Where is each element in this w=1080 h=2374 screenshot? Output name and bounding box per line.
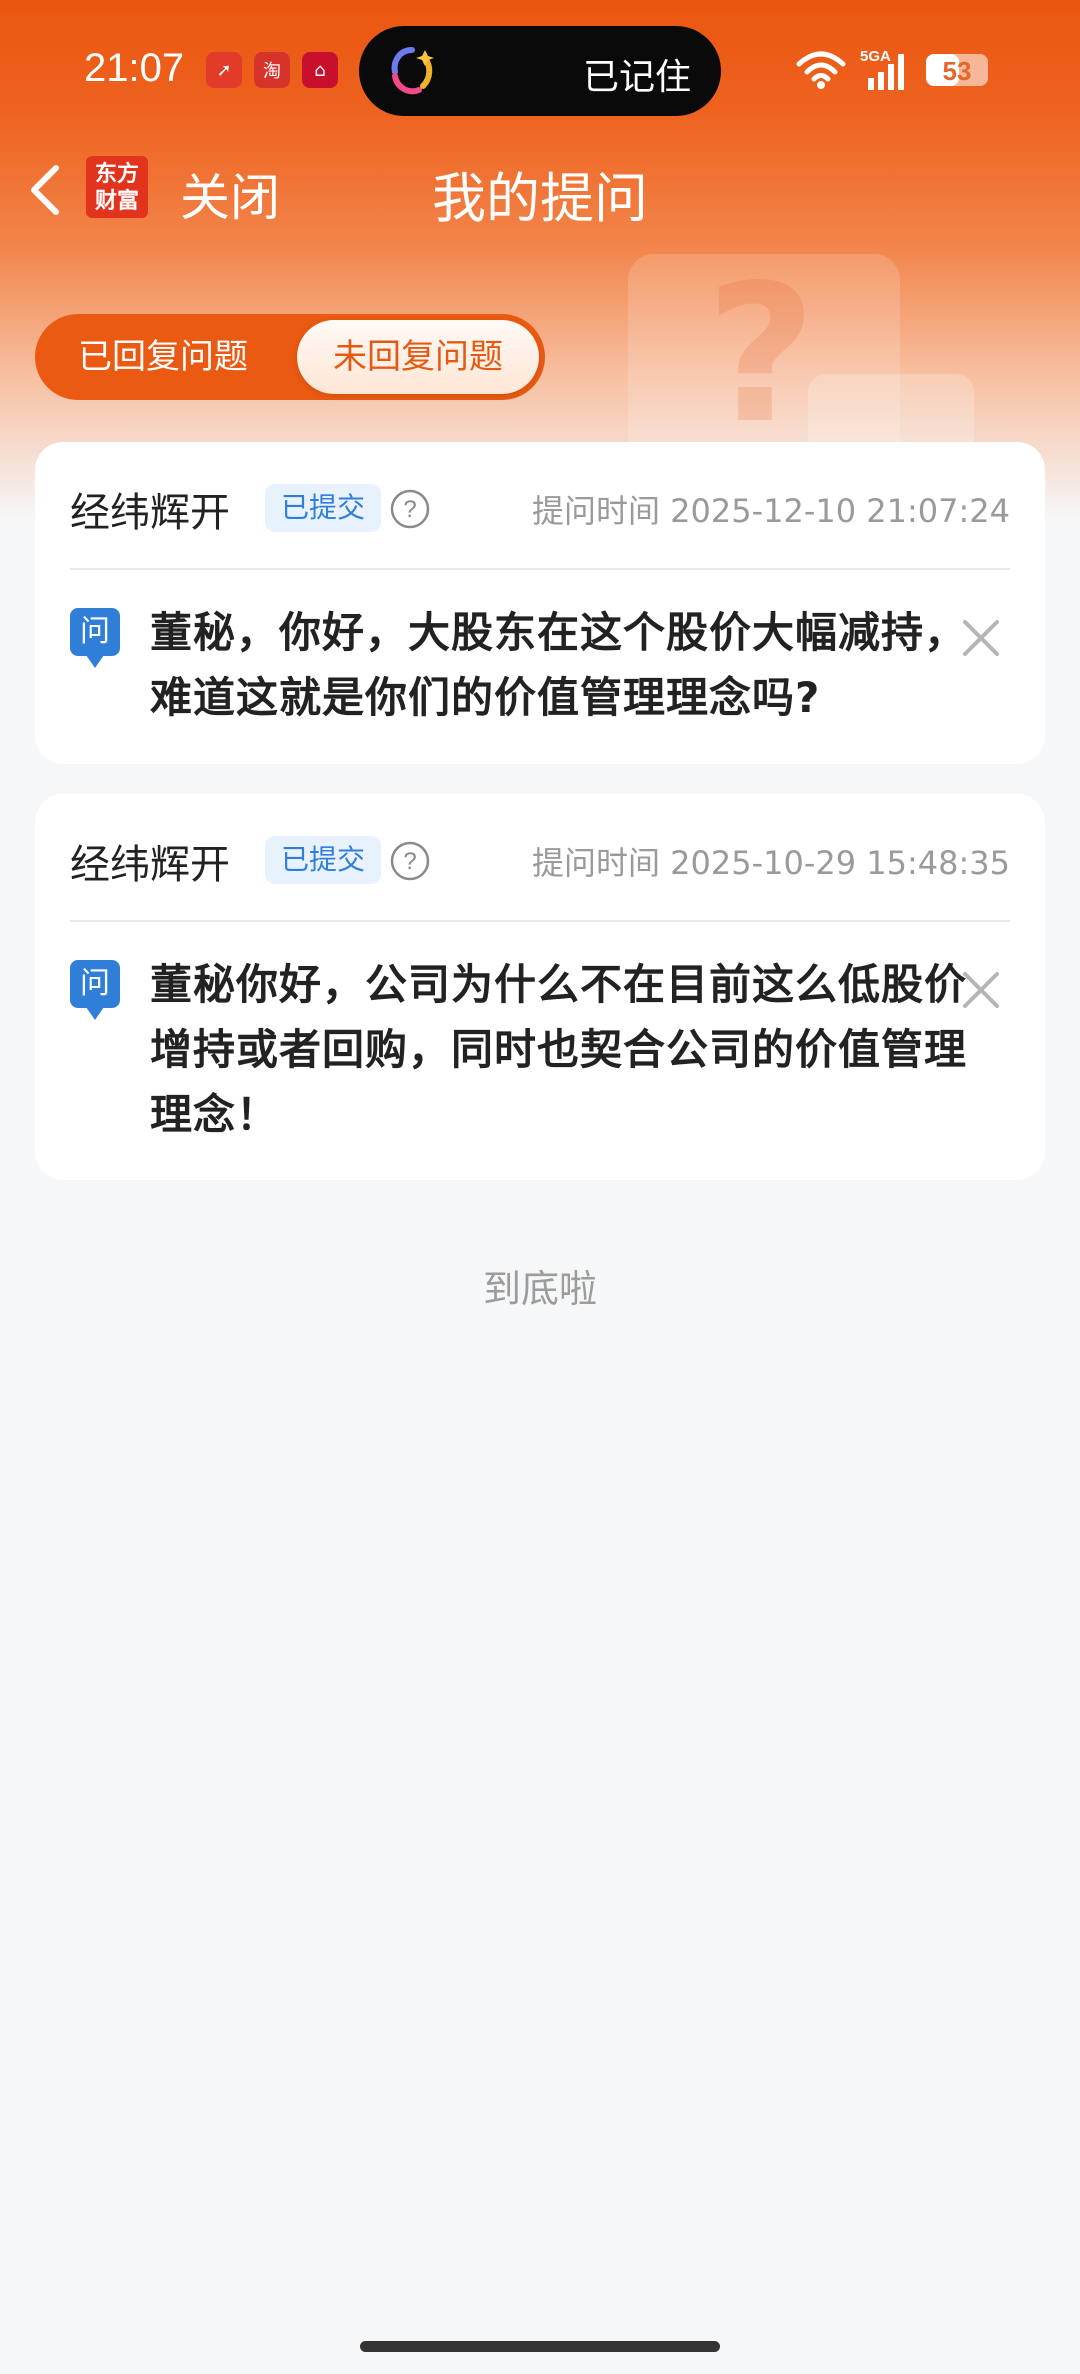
tab-replied[interactable]: 已回复问题 xyxy=(35,314,291,400)
status-indicators: 5GA 53 xyxy=(796,48,988,92)
help-icon[interactable]: ? xyxy=(389,840,431,882)
question-card: 经纬辉开 已提交 ? 提问时间 2025-10-29 15:48:35 问 董秘… xyxy=(35,794,1045,1180)
assistant-logo-icon xyxy=(391,47,434,95)
question-time: 提问时间 2025-10-29 15:48:35 xyxy=(531,844,1010,882)
tab-unreplied[interactable]: 未回复问题 xyxy=(297,320,539,394)
delete-icon[interactable] xyxy=(961,970,1001,1010)
svg-text:?: ? xyxy=(403,496,416,523)
home-indicator[interactable] xyxy=(360,2341,720,2352)
question-text: 董秘，你好，大股东在这个股价大幅减持，难道这就是你们的价值管理理念吗? xyxy=(150,608,968,722)
question-text: 董秘你好，公司为什么不在目前这么低股价增持或者回购，同时也契合公司的价值管理理念… xyxy=(150,960,968,1139)
battery-icon: 53 xyxy=(926,54,988,86)
svg-text:?: ? xyxy=(403,848,416,875)
ecommerce-app-icon: 淘 xyxy=(254,52,290,88)
wifi-icon xyxy=(796,51,846,89)
pos-app-icon: ⌂ xyxy=(302,52,338,88)
question-tabs: 已回复问题 未回复问题 xyxy=(35,314,545,400)
red-arrow-app-icon: ➚ xyxy=(206,52,242,88)
question-card: 经纬辉开 已提交 ? 提问时间 2025-12-10 21:07:24 问 董秘… xyxy=(35,442,1045,764)
divider xyxy=(70,920,1010,922)
end-of-list-text: 到底啦 xyxy=(482,1267,597,1311)
company-name: 经纬辉开 xyxy=(70,842,230,888)
company-name: 经纬辉开 xyxy=(70,490,230,536)
page-title: 我的提问 xyxy=(432,167,648,230)
divider xyxy=(70,568,1010,570)
dynamic-island[interactable]: 已记住 xyxy=(359,26,721,116)
battery-level: 53 xyxy=(942,56,972,86)
island-status-text: 已记住 xyxy=(582,57,691,98)
status-badge: 已提交 xyxy=(265,484,382,532)
delete-icon[interactable] xyxy=(961,618,1001,658)
status-badge: 已提交 xyxy=(265,836,382,884)
cellular-signal-icon: 5GA xyxy=(860,48,912,92)
question-icon: 问 xyxy=(70,960,120,1020)
help-icon[interactable]: ? xyxy=(389,488,431,530)
status-time: 21:07 xyxy=(84,46,185,90)
question-time: 提问时间 2025-12-10 21:07:24 xyxy=(531,492,1010,530)
question-icon: 问 xyxy=(70,608,120,668)
